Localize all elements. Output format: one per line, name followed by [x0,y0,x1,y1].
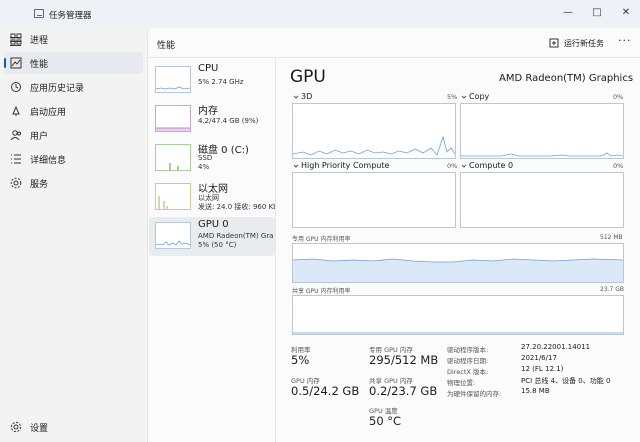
detail-label: 物理位置: [447,379,476,387]
device-detail: 发送: 24.0 接收: 960 Kbps [198,203,275,211]
window-title: 任务管理器 [49,11,92,21]
dedicated-memory-max: 512 MB [600,234,623,241]
sidebar-item-label: 详细信息 [30,156,67,166]
close-button[interactable]: ✕ [612,4,640,22]
gpu-thumbnail-graph [155,222,191,249]
sidebar-item-services[interactable]: 服务 [4,172,143,194]
device-detail: 5% (50 °C) [198,241,237,249]
header-divider [148,57,640,58]
detail-label: 驱动程序日期: [447,357,489,365]
device-item-disk[interactable]: 磁盘 0 (C:) SSD 4% [149,139,275,178]
detail-value: 27.20.22001.14011 [521,343,591,351]
sidebar-item-label: 应用历史记录 [30,84,85,94]
sidebar-item-label: 性能 [30,60,49,70]
run-task-icon [549,38,559,48]
sidebar-item-performance[interactable]: 性能 [4,52,143,74]
stat-shared-memory-value: 0.2/23.7 GB [369,384,438,398]
performance-panel: 性能 运行新任务 ··· CPU 5% 2.74 GHz 内存 4.2/47.4… [147,28,640,442]
sidebar-item-label: 设置 [30,424,49,434]
stat-gpu-memory-value: 0.5/24.2 GB [291,384,360,398]
detail-label: 为硬件保留的内存: [447,390,502,398]
engine-percent: 0% [613,162,624,170]
device-item-ethernet[interactable]: 以太网 以太网 发送: 24.0 接收: 960 Kbps [149,178,275,217]
engine-selector-high-priority-compute[interactable]: High Priority Compute [301,161,389,170]
detail-value: 15.8 MB [521,387,550,395]
title-bar: 任务管理器 — □ ✕ [0,0,640,28]
grid-icon [10,33,22,45]
gpu-model: AMD Radeon(TM) Graphics [499,73,634,84]
users-icon [10,130,21,141]
graph-3d [292,103,456,159]
stat-dedicated-memory-value: 295/512 MB [369,353,439,367]
device-detail: SSD [198,154,213,162]
sidebar-item-label: 服务 [30,180,49,190]
minimize-button[interactable]: — [554,4,582,22]
history-icon [11,82,21,92]
maximize-button[interactable]: □ [583,4,611,22]
shared-memory-label: 共享 GPU 内存利用率 [292,288,351,295]
chevron-down-icon[interactable] [293,94,299,100]
device-detail: AMD Radeon(TM) Graphics [198,232,274,240]
chevron-down-icon[interactable] [461,163,467,169]
device-detail: 5% 2.74 GHz [198,78,244,86]
page-title: 性能 [157,41,176,51]
sidebar-item-label: 进程 [30,36,49,46]
device-item-gpu[interactable]: GPU 0 AMD Radeon(TM) Graphics 5% (50 °C) [149,217,275,256]
details-icon [11,154,21,164]
disk-thumbnail-graph [155,144,191,171]
run-new-task-button[interactable]: 运行新任务 [564,38,604,49]
detail-label: 驱动程序版本: [447,346,489,354]
stat-utilization-value: 5% [291,353,310,367]
engine-percent: 0% [613,93,624,101]
device-name: CPU [198,63,219,74]
sidebar-item-startup[interactable]: 启动应用 [4,100,143,122]
engine-selector-compute-0[interactable]: Compute 0 [469,161,513,170]
gpu-title: GPU [290,67,326,87]
sidebar-item-label: 用户 [30,132,49,142]
engine-percent: 0% [447,162,458,170]
list-divider [275,58,276,442]
sidebar-item-processes[interactable]: 进程 [4,28,143,50]
device-detail: 4.2/47.4 GB (9%) [198,117,259,125]
graph-compute-0 [460,172,624,228]
sidebar-item-details[interactable]: 详细信息 [4,148,143,170]
sidebar-item-app-history[interactable]: 应用历史记录 [4,76,143,98]
performance-icon [10,57,22,69]
device-item-cpu[interactable]: CPU 5% 2.74 GHz [149,61,275,100]
chevron-down-icon[interactable] [461,94,467,100]
engine-percent: 5% [447,93,458,101]
engine-selector-3d[interactable]: 3D [301,92,312,101]
startup-icon [12,105,20,116]
dedicated-memory-label: 专用 GPU 内存利用率 [292,236,351,243]
sidebar-item-settings[interactable]: 设置 [4,416,143,438]
detail-value: 12 (FL 12.1) [521,365,564,373]
cpu-thumbnail-graph [155,66,191,93]
device-name: 内存 [198,106,218,117]
services-icon [10,177,22,189]
detail-label: DirectX 版本: [447,368,489,376]
detail-value: PCI 总线 4、设备 0、功能 0 [521,377,611,385]
graph-high-priority-compute [292,172,456,228]
shared-memory-graph [292,295,624,335]
detail-value: 2021/6/17 [521,354,557,362]
task-manager-icon [34,9,44,18]
stat-temperature-value: 50 °C [369,414,402,428]
sidebar-item-users[interactable]: 用户 [4,124,143,146]
device-name: GPU 0 [198,219,229,230]
device-item-memory[interactable]: 内存 4.2/47.4 GB (9%) [149,100,275,139]
device-detail: 4% [198,163,210,171]
graph-copy [460,103,624,159]
more-options-button[interactable]: ··· [618,34,632,47]
chevron-down-icon[interactable] [293,163,299,169]
dedicated-memory-graph [292,243,624,283]
memory-thumbnail-graph [155,105,191,132]
sidebar-item-label: 启动应用 [30,108,67,118]
shared-memory-max: 23.7 GB [600,286,625,293]
engine-selector-copy[interactable]: Copy [469,92,489,101]
ethernet-thumbnail-graph [155,183,191,210]
gear-icon [10,421,22,433]
